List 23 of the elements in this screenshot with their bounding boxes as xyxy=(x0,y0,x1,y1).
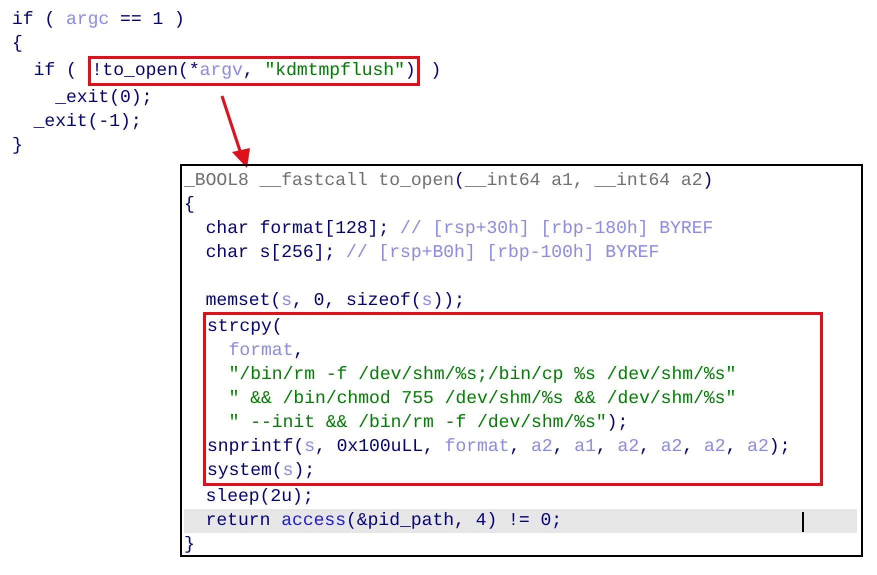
text-cursor xyxy=(802,512,804,532)
code-line: _BOOL8 __fastcall to_open(__int64 a1, __int64 a2) xyxy=(184,170,714,193)
code-line: char format[128]; // [rsp+30h] [rbp-180h] BYREF xyxy=(204,218,714,241)
code-line: snprintf(s, 0x100uLL, format, a2, a1, a2, a2, a2, a2); xyxy=(207,436,792,459)
code-line: system(s); xyxy=(207,460,316,483)
code-line: _exit(-1); xyxy=(32,111,143,134)
code-line: memset(s, 0, sizeof(s)); xyxy=(204,290,466,313)
code-text: if ( xyxy=(32,60,78,83)
code-line: } xyxy=(12,135,24,158)
code-line: "/bin/rm -f /dev/shm/%s;/bin/cp %s /dev/shm/%s" xyxy=(228,364,738,387)
code-text: ) xyxy=(430,60,442,83)
code-line: format, xyxy=(228,340,306,363)
code-line: if ( argc == 1 ) xyxy=(12,9,186,32)
code-line: } xyxy=(184,534,196,557)
code-line: " && /bin/chmod 755 /dev/shm/%s && /dev/shm/%s" xyxy=(228,388,738,411)
code-line: " --init && /bin/rm -f /dev/shm/%s"); xyxy=(228,412,630,435)
highlight-frame: !to_open(*argv, "kdmtmpflush") xyxy=(88,56,420,86)
code-line: _exit(0); xyxy=(54,87,154,110)
code-line: strcpy( xyxy=(207,316,284,339)
code-line: sleep(2u); xyxy=(204,486,315,509)
code-line: { xyxy=(12,33,24,56)
code-line: char s[256]; // [rsp+B0h] [rbp-100h] BYREF xyxy=(204,242,660,265)
code-line: { xyxy=(184,194,196,217)
